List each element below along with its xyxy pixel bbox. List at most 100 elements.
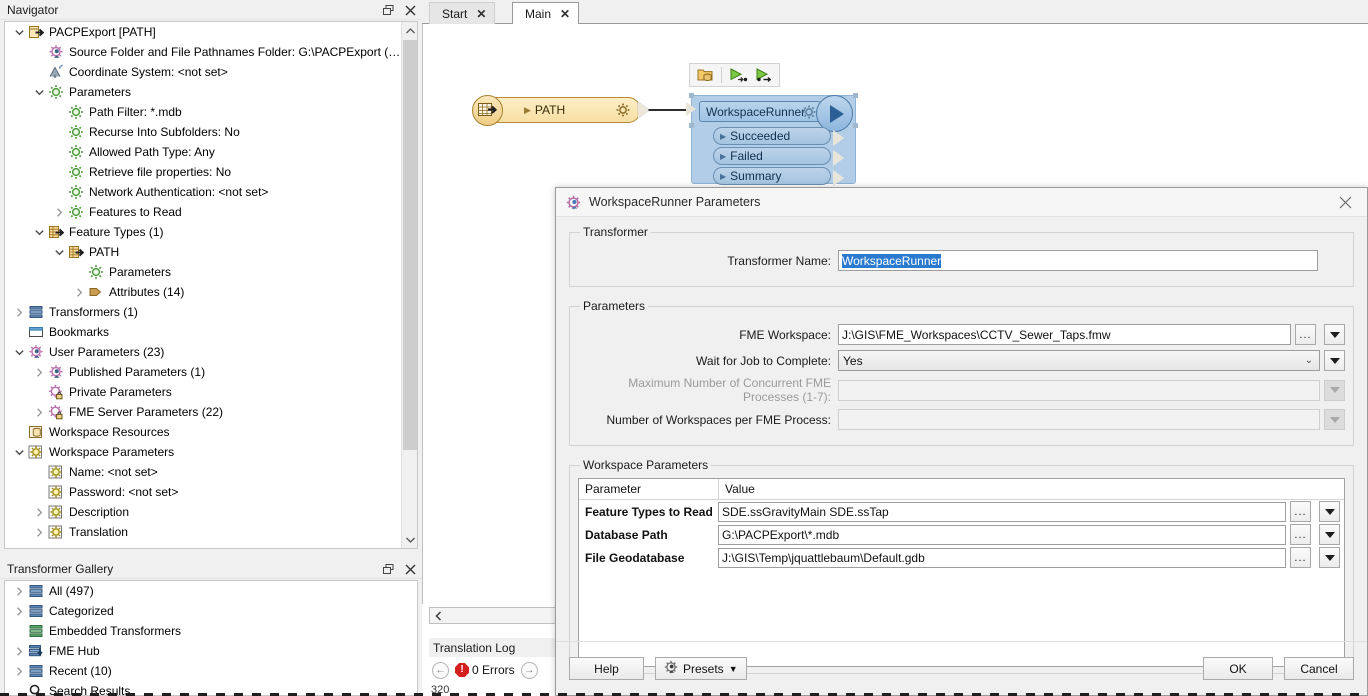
arrow-right-icon[interactable]: → <box>520 661 538 679</box>
parameter-value-input[interactable]: G:\PACPExport\*.mdb <box>718 524 1286 545</box>
browse-button[interactable]: ... <box>1290 524 1311 545</box>
gear-icon[interactable] <box>802 105 816 122</box>
parameter-value-input[interactable]: J:\GIS\Temp\jquattlebaum\Default.gdb <box>718 547 1286 568</box>
twisty-icon[interactable] <box>11 302 27 322</box>
tree-item[interactable]: Source Folder and File Pathnames Folder:… <box>5 42 401 62</box>
tree-item[interactable]: FME Hub <box>5 641 417 661</box>
tree-item[interactable]: User Parameters (23) <box>5 342 401 362</box>
selection-handle[interactable] <box>689 93 694 98</box>
browse-button[interactable]: ... <box>1290 501 1311 522</box>
twisty-icon[interactable] <box>11 342 27 362</box>
tree-item[interactable]: Recurse Into Subfolders: No <box>5 122 401 142</box>
navigator-vertical-scrollbar[interactable] <box>401 22 417 548</box>
twisty-icon[interactable] <box>31 362 47 382</box>
table-row[interactable]: Database Path G:\PACPExport\*.mdb... <box>579 523 1344 546</box>
reader-node-path[interactable]: ▶ PATH <box>472 95 641 126</box>
tree-item[interactable]: Network Authentication: <not set> <box>5 182 401 202</box>
run-from-here-icon[interactable] <box>752 65 776 85</box>
gear-icon[interactable] <box>616 103 630 120</box>
chevron-down-icon[interactable] <box>1319 524 1340 545</box>
canvas-horizontal-scrollbar[interactable] <box>429 607 560 624</box>
close-icon[interactable] <box>402 2 418 18</box>
help-button[interactable]: Help <box>569 657 644 680</box>
table-row[interactable]: Feature Types to Read SDE.ssGravityMain S… <box>579 500 1344 523</box>
tab-start[interactable]: Start ✕ <box>429 2 496 24</box>
tree-item[interactable]: Parameters <box>5 82 401 102</box>
tree-item[interactable]: Feature Types (1) <box>5 222 401 242</box>
transformer-output-port-summary[interactable]: ▶ Summary <box>713 167 831 185</box>
close-icon[interactable] <box>1323 188 1367 217</box>
selection-handle[interactable] <box>853 123 858 128</box>
selection-handle[interactable] <box>853 93 858 98</box>
workspace-parameters-table[interactable]: Parameter Value Feature Types to Read SDE… <box>578 478 1345 667</box>
close-icon[interactable] <box>402 561 418 577</box>
scroll-down-icon[interactable] <box>402 531 417 548</box>
scroll-up-icon[interactable] <box>402 22 417 39</box>
tree-item[interactable]: Workspace Resources <box>5 422 401 442</box>
tree-item[interactable]: Coordinate System: <not set> <box>5 62 401 82</box>
tree-item[interactable]: Transformers (1) <box>5 302 401 322</box>
tree-item[interactable]: Translation <box>5 522 401 542</box>
presets-button[interactable]: Presets ▼ <box>655 657 747 680</box>
tree-item[interactable]: Description <box>5 502 401 522</box>
close-icon[interactable]: ✕ <box>560 8 570 20</box>
twisty-icon[interactable] <box>31 522 47 542</box>
browse-button[interactable]: ... <box>1295 324 1316 345</box>
tree-item[interactable]: Attributes (14) <box>5 282 401 302</box>
transformer-gallery-tree[interactable]: All (497) Categorized Embedded Transformer… <box>4 580 418 696</box>
workspace-folder-icon[interactable] <box>693 65 717 85</box>
restore-icon[interactable] <box>380 2 396 18</box>
twisty-icon[interactable] <box>11 581 27 601</box>
tree-item[interactable]: Features to Read <box>5 202 401 222</box>
tree-item[interactable]: FME Server Parameters (22) <box>5 402 401 422</box>
workspacerunner-parameters-dialog[interactable]: WorkspaceRunner Parameters Transformer T… <box>555 187 1368 696</box>
tree-item[interactable]: PACPExport [PATH] <box>5 22 401 42</box>
twisty-icon[interactable] <box>71 282 87 302</box>
transformer-name-input[interactable]: WorkspaceRunner <box>838 250 1318 271</box>
wait-for-job-select[interactable]: Yes ⌄ <box>838 350 1320 371</box>
transformer-node-title[interactable]: WorkspaceRunner <box>699 101 821 122</box>
tree-item[interactable]: Bookmarks <box>5 322 401 342</box>
twisty-icon[interactable] <box>51 202 67 222</box>
tree-item[interactable]: Embedded Transformers <box>5 621 417 641</box>
close-icon[interactable]: ✕ <box>476 8 486 20</box>
selection-handle[interactable] <box>689 123 694 128</box>
status-badge[interactable]: ! 0 Errors <box>455 663 515 677</box>
twisty-icon[interactable] <box>31 222 47 242</box>
fme-workspace-input[interactable]: J:\GIS\FME_Workspaces\CCTV_Sewer_Taps.fm… <box>838 324 1291 345</box>
chevron-down-icon[interactable] <box>1324 324 1345 345</box>
tree-item[interactable]: Allowed Path Type: Any <box>5 142 401 162</box>
transformer-node-workspacerunner[interactable]: WorkspaceRunner ▶ Succeeded ▶ Failed ▶ S… <box>686 93 858 186</box>
tree-item[interactable]: Workspace Parameters <box>5 442 401 462</box>
twisty-icon[interactable] <box>11 442 27 462</box>
twisty-icon[interactable] <box>31 402 47 422</box>
twisty-icon[interactable] <box>31 82 47 102</box>
tree-item[interactable]: Categorized <box>5 601 417 621</box>
scroll-left-icon[interactable] <box>430 608 447 623</box>
tree-item[interactable]: Name: <not set> <box>5 462 401 482</box>
tree-item[interactable]: Private Parameters <box>5 382 401 402</box>
twisty-icon[interactable] <box>11 641 27 661</box>
twisty-icon[interactable] <box>11 22 27 42</box>
transformer-output-port-succeeded[interactable]: ▶ Succeeded <box>713 127 831 145</box>
twisty-icon[interactable] <box>51 242 67 262</box>
scrollbar-thumb[interactable] <box>403 40 417 450</box>
tree-item[interactable]: Published Parameters (1) <box>5 362 401 382</box>
arrow-left-icon[interactable]: ← <box>432 661 449 679</box>
chevron-down-icon[interactable] <box>1319 501 1340 522</box>
tree-item[interactable]: Recent (10) <box>5 661 417 681</box>
twisty-icon[interactable] <box>11 661 27 681</box>
table-row[interactable]: File Geodatabase J:\GIS\Temp\jquattlebaum… <box>579 546 1344 569</box>
twisty-icon[interactable] <box>31 502 47 522</box>
chevron-down-icon[interactable] <box>1324 350 1345 371</box>
tree-item[interactable]: Retrieve file properties: No <box>5 162 401 182</box>
tree-item[interactable]: Parameters <box>5 262 401 282</box>
parameter-value-input[interactable]: SDE.ssGravityMain SDE.ssTap <box>718 501 1286 522</box>
twisty-icon[interactable] <box>11 601 27 621</box>
ok-button[interactable]: OK <box>1203 657 1273 680</box>
tree-item[interactable]: Path Filter: *.mdb <box>5 102 401 122</box>
tab-main[interactable]: Main ✕ <box>512 2 580 25</box>
cancel-button[interactable]: Cancel <box>1284 657 1354 680</box>
tree-item[interactable]: Password: <not set> <box>5 482 401 502</box>
tree-item[interactable]: All (497) <box>5 581 417 601</box>
